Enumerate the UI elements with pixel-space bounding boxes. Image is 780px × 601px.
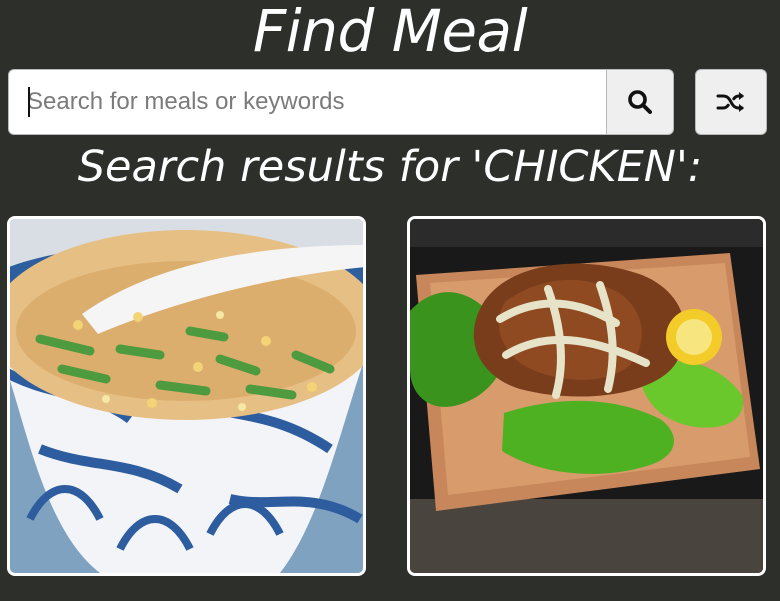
search-button[interactable]: [606, 69, 674, 135]
search-icon: [628, 90, 652, 114]
random-meal-button[interactable]: [695, 69, 767, 135]
meal-card[interactable]: [7, 216, 366, 576]
page-title: Find Meal: [252, 0, 528, 65]
text-cursor: [28, 87, 30, 117]
shuffle-icon: [716, 92, 744, 112]
meal-card[interactable]: [407, 216, 766, 576]
results-heading: Search results for 'CHICKEN':: [77, 142, 703, 192]
meal-image-porridge: [10, 219, 363, 573]
search-input[interactable]: [8, 69, 606, 135]
search-form: [8, 69, 768, 135]
meal-image-fried-chicken: [410, 219, 763, 573]
